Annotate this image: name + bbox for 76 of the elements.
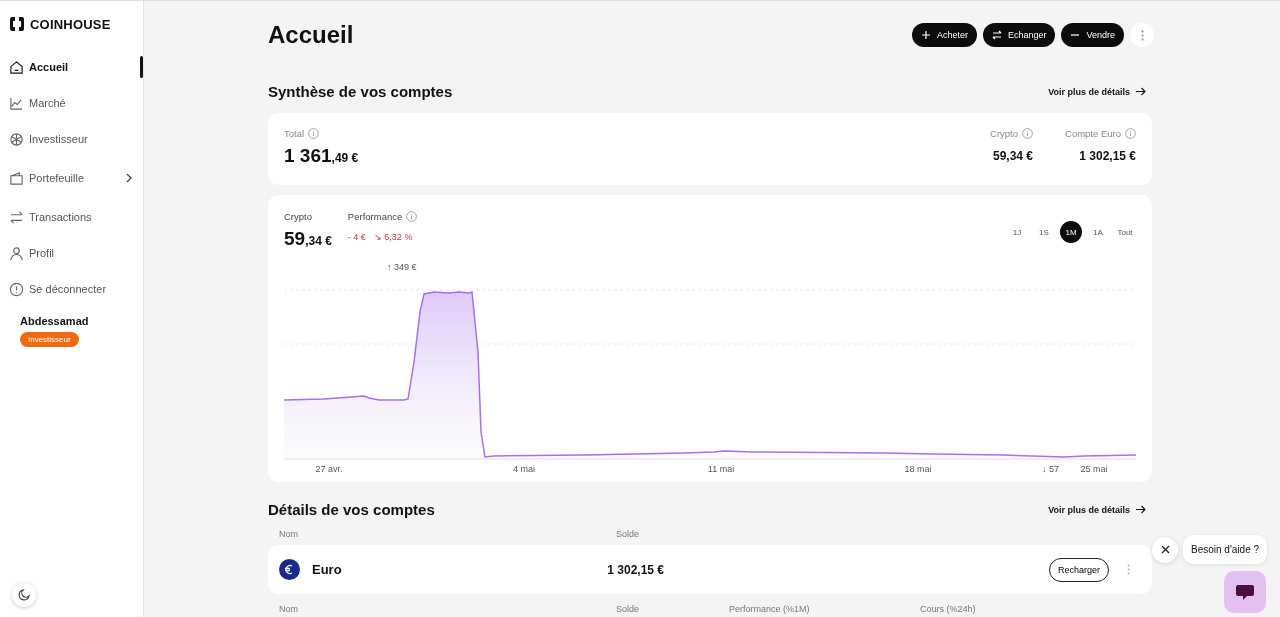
- account-label: Compte Euro: [1065, 128, 1121, 139]
- euro-icon: [279, 559, 300, 580]
- close-button[interactable]: [1152, 536, 1178, 563]
- column-header: Solde: [616, 529, 640, 539]
- action-button[interactable]: Vendre: [1061, 23, 1124, 47]
- account-name: Euro: [312, 562, 343, 577]
- dark-mode-button[interactable]: [12, 583, 36, 607]
- account-value: 59,34 €: [992, 149, 1033, 163]
- crypto-value: 59,34 €: [284, 228, 332, 250]
- sidebar-item[interactable]: Profil: [9, 235, 143, 271]
- axis-label: 11 mai: [707, 464, 735, 474]
- axis-label: 18 mai: [904, 464, 932, 474]
- sidebar-item[interactable]: Investisseur: [9, 121, 143, 157]
- action-button[interactable]: Acheter: [911, 23, 977, 47]
- axis-label: 25 mai: [1080, 464, 1108, 474]
- total-value: 1 361,49 €: [284, 145, 359, 167]
- column-header: Performance (%1M): [729, 604, 810, 614]
- section-title: Synthèse de vos comptes: [268, 83, 453, 100]
- action-button[interactable]: Echanger: [982, 23, 1056, 47]
- column-header: Nom: [279, 529, 298, 539]
- account-row[interactable]: Euro 1 302,15 € Recharger: [268, 545, 1152, 594]
- info-icon: [1022, 128, 1033, 139]
- arrow-right-icon: [1136, 505, 1146, 514]
- info-icon: [1125, 128, 1136, 139]
- sidebar-item[interactable]: Marché: [9, 85, 143, 121]
- investor-badge: Investisseur: [20, 332, 79, 347]
- page-title: Accueil: [268, 21, 354, 49]
- close-icon: [1160, 545, 1170, 554]
- more-icon: [1140, 29, 1144, 41]
- brand-name: COINHOUSE: [30, 16, 111, 32]
- swap-icon: [9, 209, 24, 225]
- globe-icon: [9, 131, 24, 147]
- period-tab[interactable]: 1J: [1006, 221, 1028, 243]
- logo-icon: [9, 16, 25, 32]
- period-tab[interactable]: 1M: [1060, 221, 1082, 243]
- sidebar-item[interactable]: Transactions: [9, 199, 143, 235]
- info-icon: [308, 128, 320, 139]
- axis-label: 4 mai: [513, 464, 535, 474]
- axis-label: 27 avr.: [315, 464, 343, 474]
- performance-percent: ↘ 6,32 %: [373, 232, 413, 242]
- plus-icon: [920, 30, 931, 40]
- sidebar-item[interactable]: Accueil: [9, 49, 143, 85]
- sidebar-item[interactable]: Se déconnecter: [9, 271, 143, 307]
- wallet-icon: [9, 170, 24, 186]
- info-icon: [406, 211, 418, 222]
- arrow-right-icon: [1136, 87, 1146, 96]
- help-bubble[interactable]: Besoin d'aide ?: [1183, 535, 1268, 564]
- chat-button[interactable]: [1224, 571, 1266, 613]
- period-tab[interactable]: 1A: [1087, 221, 1109, 243]
- details-link[interactable]: Voir plus de détails: [1048, 86, 1146, 97]
- account-balance: 1 302,15 €: [606, 562, 664, 577]
- sidebar-item[interactable]: Portefeuille: [9, 157, 143, 199]
- min-label: ↓ 57: [1042, 464, 1059, 474]
- chat-bubble-icon: [1235, 583, 1255, 601]
- column-header: Solde: [616, 604, 640, 614]
- max-label: ↑ 349 €: [387, 262, 417, 272]
- user-name: Abdessamad: [20, 315, 90, 327]
- section-title: Détails de vos comptes: [268, 501, 435, 518]
- swap-icon: [991, 30, 1002, 40]
- home-icon: [9, 59, 24, 75]
- period-tab[interactable]: Tout: [1114, 221, 1136, 243]
- total-label: Total: [284, 128, 305, 139]
- user-icon: [9, 245, 24, 261]
- performance-label: Performance: [347, 211, 403, 222]
- column-header: Cours (%24h): [920, 604, 976, 614]
- moon-icon: [18, 589, 30, 601]
- crypto-label: Crypto: [284, 211, 312, 222]
- info-icon: [9, 281, 24, 297]
- column-header: Nom: [279, 604, 298, 614]
- period-tab[interactable]: 1S: [1033, 221, 1055, 243]
- performance-amount: - 4 €: [347, 232, 366, 242]
- recharge-button[interactable]: Recharger: [1048, 557, 1109, 582]
- details-link[interactable]: Voir plus de détails: [1048, 504, 1146, 515]
- chart-icon: [9, 95, 24, 111]
- account-label: Crypto: [990, 128, 1018, 139]
- account-value: 1 302,15 €: [1079, 149, 1136, 163]
